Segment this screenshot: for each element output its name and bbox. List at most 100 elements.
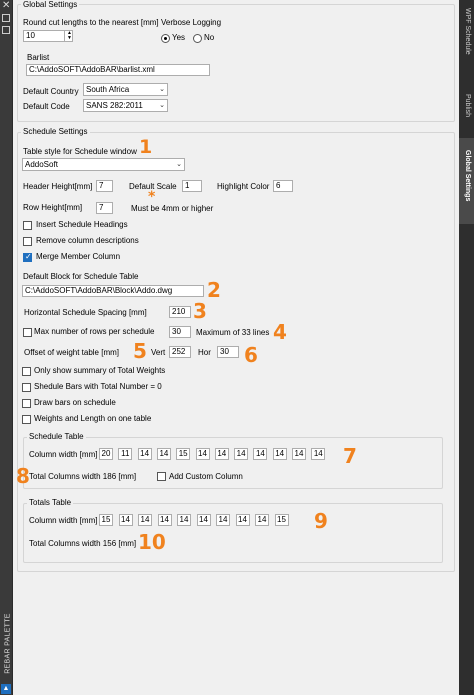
- totals-column-width-field[interactable]: 15: [99, 514, 113, 526]
- schedule-column-width-field[interactable]: 15: [176, 448, 191, 460]
- barlist-field[interactable]: C:\AddoSOFT\AddoBAR\barlist.xml: [26, 64, 210, 76]
- insert-headings-label: Insert Schedule Headings: [36, 220, 128, 229]
- totals-column-width-field[interactable]: 14: [216, 514, 230, 526]
- totals-column-width-field[interactable]: 14: [255, 514, 269, 526]
- table-style-label: Table style for Schedule window: [23, 147, 137, 156]
- schedule-column-width-field[interactable]: 14: [137, 448, 152, 460]
- schedule-column-width-field[interactable]: 14: [156, 448, 171, 460]
- totals-total-width: Total Columns width 156 [mm]: [29, 539, 137, 548]
- schedule-column-width-field[interactable]: 14: [292, 448, 306, 460]
- chevron-down-icon: ⌄: [159, 86, 165, 93]
- table-style-select[interactable]: AddoSoft ⌄: [22, 158, 185, 171]
- totals-colwidth-label: Column width [mm]: [29, 516, 98, 525]
- callout-5: 5: [133, 339, 147, 363]
- chevron-down-icon: ⌄: [176, 161, 182, 168]
- callout-4: 4: [273, 320, 287, 344]
- schedule-total-width: Total Columns width 186 [mm]: [29, 472, 137, 481]
- max-rows-note: Maximum of 33 lines: [196, 328, 270, 337]
- row-height-label: Row Height[mm]: [23, 203, 83, 212]
- schedule-column-width-field[interactable]: 14: [214, 448, 229, 460]
- row-height-note: Must be 4mm or higher: [131, 204, 214, 213]
- callout-star: *: [148, 189, 156, 205]
- weights-one-table-checkbox[interactable]: [22, 415, 31, 424]
- totals-column-width-field[interactable]: 14: [177, 514, 191, 526]
- default-scale-field[interactable]: 1: [182, 180, 202, 192]
- max-rows-field[interactable]: 30: [169, 326, 191, 338]
- merge-member-checkbox[interactable]: [23, 252, 32, 262]
- draw-bars-checkbox[interactable]: [22, 399, 31, 408]
- only-summary-checkbox[interactable]: [22, 367, 31, 376]
- palette-menu-icon[interactable]: ▲: [1, 684, 11, 694]
- highlight-color-label: Highlight Color: [217, 182, 270, 191]
- totals-column-width-field[interactable]: 14: [235, 514, 250, 526]
- highlight-color-field[interactable]: 6: [273, 180, 293, 192]
- verbose-yes-radio[interactable]: [161, 34, 170, 43]
- schedule-column-width-field[interactable]: 14: [234, 448, 249, 460]
- callout-9: 9: [314, 509, 328, 533]
- default-block-label: Default Block for Schedule Table: [23, 272, 139, 281]
- insert-headings-checkbox[interactable]: [23, 221, 32, 230]
- code-select[interactable]: SANS 282:2011 ⌄: [83, 99, 168, 112]
- schedule-column-width-field[interactable]: 14: [195, 448, 210, 460]
- hor-field[interactable]: 30: [217, 346, 239, 358]
- hor-label: Hor: [198, 348, 211, 357]
- verbose-label: Verbose Logging: [161, 18, 222, 27]
- hspacing-field[interactable]: 210: [169, 306, 191, 318]
- callout-7: 7: [343, 444, 357, 468]
- totals-table-legend: Totals Table: [27, 498, 74, 507]
- remove-desc-label: Remove column descriptions: [36, 236, 139, 245]
- shedule-total-checkbox[interactable]: [22, 383, 31, 392]
- add-custom-column-label: Add Custom Column: [169, 472, 243, 481]
- barlist-label: Barlist: [27, 53, 50, 62]
- schedule-table-legend: Schedule Table: [27, 432, 86, 441]
- global-settings-legend: Global Settings: [21, 0, 80, 9]
- stepper-arrows-icon[interactable]: ▲ ▼: [64, 31, 72, 41]
- callout-2: 2: [207, 278, 221, 302]
- totals-column-width-field[interactable]: 15: [274, 514, 289, 526]
- weights-one-table-label: Weights and Length on one table: [34, 414, 152, 423]
- schedule-column-width-field[interactable]: 14: [272, 448, 287, 460]
- schedule-column-width-field[interactable]: 14: [253, 448, 268, 460]
- schedule-column-width-field[interactable]: 20: [99, 448, 113, 460]
- shedule-total-label: Shedule Bars with Total Number = 0: [34, 382, 162, 391]
- chevron-down-icon: ⌄: [159, 102, 165, 109]
- merge-member-label: Merge Member Column: [36, 252, 121, 261]
- vert-label: Vert: [151, 348, 166, 357]
- vert-field[interactable]: 252: [169, 346, 191, 358]
- pin-icon[interactable]: [2, 14, 10, 22]
- close-icon[interactable]: ✕: [2, 1, 10, 11]
- max-rows-checkbox[interactable]: [23, 328, 32, 337]
- palette-strip: ✕ REBAR PALETTE ▲: [0, 0, 12, 695]
- offset-label: Offset of weight table [mm]: [24, 348, 120, 357]
- round-stepper[interactable]: 10 ▲ ▼: [23, 30, 73, 42]
- schedule-column-width-field[interactable]: 11: [118, 448, 133, 460]
- schedule-colwidth-label: Column width [mm]: [29, 450, 98, 459]
- remove-desc-checkbox[interactable]: [23, 237, 32, 246]
- draw-bars-label: Draw bars on schedule: [34, 398, 116, 407]
- totals-column-width-field[interactable]: 14: [196, 514, 211, 526]
- tab-wpf-schedule[interactable]: WPF Schedule: [459, 4, 474, 76]
- default-block-field[interactable]: C:\AddoSOFT\AddoBAR\Block\Addo.dwg: [22, 285, 204, 297]
- callout-3: 3: [193, 299, 207, 323]
- country-label: Default Country: [23, 87, 79, 96]
- settings-panel: Global Settings Round cut lengths to the…: [13, 0, 459, 695]
- hspacing-label: Horizontal Schedule Spacing [mm]: [24, 308, 147, 317]
- schedule-column-width-field[interactable]: 14: [311, 448, 326, 460]
- totals-column-width-field[interactable]: 14: [157, 514, 172, 526]
- callout-1: 1: [139, 136, 153, 158]
- row-height-field[interactable]: 7: [96, 202, 113, 214]
- header-height-field[interactable]: 7: [96, 180, 113, 192]
- tab-global-settings[interactable]: Global Settings: [459, 138, 474, 224]
- add-custom-column-checkbox[interactable]: [157, 472, 166, 481]
- totals-column-width-field[interactable]: 14: [138, 514, 152, 526]
- verbose-no-radio[interactable]: [193, 34, 202, 43]
- totals-column-width-field[interactable]: 14: [118, 514, 133, 526]
- palette-title: REBAR PALETTE: [4, 613, 12, 674]
- round-label: Round cut lengths to the nearest [mm]: [23, 18, 159, 27]
- schedule-settings-legend: Schedule Settings: [21, 127, 90, 136]
- max-rows-label: Max number of rows per schedule: [34, 327, 155, 336]
- country-select[interactable]: South Africa ⌄: [83, 83, 168, 96]
- tab-publish[interactable]: Publish: [459, 88, 474, 128]
- only-summary-label: Only show summary of Total Weights: [34, 366, 166, 375]
- properties-icon[interactable]: [2, 26, 10, 34]
